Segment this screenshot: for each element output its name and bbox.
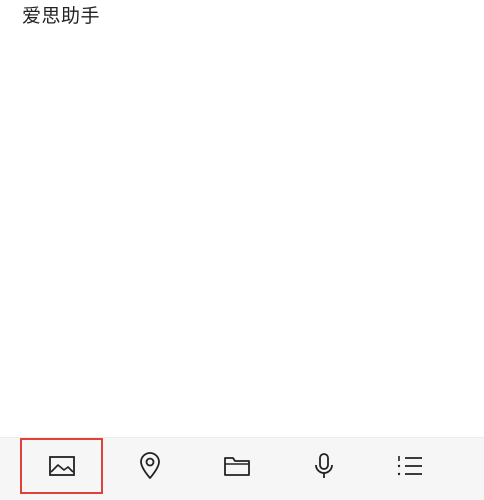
image-icon: [48, 456, 75, 476]
insert-image-button[interactable]: [20, 438, 103, 494]
note-content-text[interactable]: 爱思助手: [22, 2, 100, 30]
bottom-toolbar: [0, 437, 484, 500]
voice-input-button[interactable]: [294, 438, 354, 494]
note-editor-screen: 爱思助手: [0, 0, 484, 500]
location-pin-icon: [140, 452, 160, 479]
folder-icon: [224, 457, 250, 476]
insert-location-button[interactable]: [120, 438, 180, 494]
numbered-list-icon: [397, 456, 422, 476]
insert-file-button[interactable]: [207, 438, 267, 494]
insert-list-button[interactable]: [380, 438, 440, 494]
microphone-icon: [315, 453, 333, 478]
